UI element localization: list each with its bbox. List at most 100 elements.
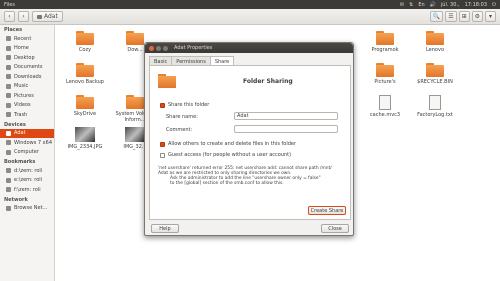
download-icon <box>6 74 11 80</box>
sidebar-item-desktop[interactable]: Desktop <box>0 53 54 63</box>
sidebar-item-label: Music <box>14 83 29 90</box>
gear-icon[interactable]: ⚙ <box>471 11 483 22</box>
checkbox-label: Share this folder <box>168 102 210 108</box>
sidebar-item-documents[interactable]: Documents <box>0 63 54 73</box>
error-line: to the [global] section of the smb.conf … <box>170 181 284 186</box>
folder-icon <box>76 63 94 77</box>
file-item-pictures[interactable]: Picture's <box>360 63 410 85</box>
sidebar-item-bookmark-e[interactable]: e:\zem: roli <box>0 176 54 186</box>
checkbox-label: Allow others to create and delete files … <box>168 141 297 147</box>
dialog-titlebar[interactable]: Adat Properties <box>145 43 353 53</box>
mail-icon[interactable]: ✉ <box>400 2 404 8</box>
sidebar-item-label: d:\zem: roli <box>14 167 43 174</box>
trash-icon <box>6 112 11 118</box>
file-item-img-2334[interactable]: IMG_2334.JPG <box>60 127 110 150</box>
checkbox-unchecked[interactable] <box>160 152 165 158</box>
file-item-recycle-bin[interactable]: $RECYCLE.BIN <box>410 63 460 85</box>
checkbox-label: Guest access (for people without a user … <box>168 152 292 158</box>
grid-view-icon[interactable]: ⊞ <box>458 11 470 22</box>
share-name-input[interactable]: Adat <box>234 112 338 120</box>
file-item-cozy[interactable]: Cozy <box>60 31 110 53</box>
power-icon[interactable]: ⏻ <box>492 2 496 8</box>
sidebar-item-windows7[interactable]: Windows 7 x64 <box>0 138 54 148</box>
places-sidebar: Places Recent Home Desktop Documents Dow… <box>0 25 55 281</box>
sidebar-item-label: Home <box>14 45 29 52</box>
minimize-window-icon[interactable] <box>156 45 161 51</box>
sidebar-item-browse-network[interactable]: Browse Net... <box>0 204 54 214</box>
sidebar-item-label: Pictures <box>14 92 34 99</box>
sidebar-item-computer[interactable]: Computer <box>0 148 54 158</box>
sidebar-item-label: Downloads <box>14 73 42 80</box>
share-this-folder-checkbox[interactable]: Share this folder <box>160 102 209 108</box>
create-share-button[interactable]: Create Share <box>308 206 346 215</box>
file-label: $RECYCLE.BIN <box>417 79 453 85</box>
folder-icon <box>6 187 11 193</box>
list-view-icon[interactable]: ☰ <box>445 11 457 22</box>
date-text[interactable]: júl. 30., <box>441 2 460 8</box>
folder-icon <box>426 63 444 77</box>
sidebar-item-downloads[interactable]: Downloads <box>0 72 54 82</box>
close-button[interactable]: Close <box>321 224 349 233</box>
document-icon <box>379 95 391 110</box>
folder-icon <box>76 95 94 109</box>
sidebar-item-label: Adat <box>14 130 26 137</box>
network-indicator-icon[interactable]: ⇅ <box>409 2 413 8</box>
sidebar-item-videos[interactable]: Videos <box>0 101 54 111</box>
document-icon <box>429 95 441 110</box>
keyboard-layout-indicator[interactable]: En <box>418 2 424 8</box>
image-thumbnail <box>125 127 145 142</box>
computer-icon <box>6 149 11 155</box>
toolbar-right-group: 🔍 ☰ ⊞ ⚙ ▾ <box>429 11 496 22</box>
allow-others-checkbox[interactable]: Allow others to create and delete files … <box>160 141 296 147</box>
sidebar-item-pictures[interactable]: Pictures <box>0 91 54 101</box>
maximize-window-icon[interactable] <box>163 45 168 51</box>
music-icon <box>6 83 11 89</box>
file-label: cache.mvc3 <box>369 112 401 118</box>
help-button[interactable]: Help <box>151 224 179 233</box>
close-window-icon[interactable] <box>149 45 154 51</box>
file-item-lenovo-backup[interactable]: Lenovo Backup <box>60 63 110 85</box>
folder-icon <box>6 168 11 174</box>
sidebar-item-label: e:\zem: roli <box>14 177 43 184</box>
section-heading-bookmarks: Bookmarks <box>4 159 36 165</box>
sidebar-item-adat[interactable]: Adat <box>0 128 54 138</box>
file-label: IMG_2334.JPG <box>67 144 103 150</box>
sidebar-item-bookmark-d[interactable]: d:\zem: roli <box>0 166 54 176</box>
file-label: Lenovo Backup <box>66 79 104 85</box>
sidebar-item-label: Windows 7 x64 <box>14 139 53 146</box>
sidebar-item-label: Trash <box>14 111 28 118</box>
chevron-down-icon[interactable]: ▾ <box>485 11 496 22</box>
guest-access-checkbox[interactable]: Guest access (for people without a user … <box>160 152 291 158</box>
folder-icon <box>376 31 394 45</box>
sidebar-item-bookmark-f[interactable]: f:\zem: roli <box>0 185 54 195</box>
file-item-lenovo[interactable]: Lenovo <box>410 31 460 53</box>
comment-input[interactable] <box>234 125 338 133</box>
sidebar-item-label: Browse Net... <box>14 205 48 212</box>
search-icon[interactable]: 🔍 <box>429 11 444 22</box>
checkbox-checked[interactable] <box>160 141 165 147</box>
file-item-skydrive[interactable]: SkyDrive <box>60 95 110 117</box>
folder-icon <box>76 31 94 45</box>
share-header: Folder Sharing <box>158 71 348 91</box>
top-panel: Files ✉ ⇅ En 🔊 júl. 30., 17:18:03 ⏻ <box>0 0 500 9</box>
clock-text[interactable]: 17:18:03 <box>465 2 487 8</box>
sidebar-item-home[interactable]: Home <box>0 44 54 54</box>
clock-icon <box>6 36 11 42</box>
file-item-cache[interactable]: cache.mvc3 <box>360 95 410 118</box>
location-breadcrumb[interactable]: Adat <box>32 11 63 22</box>
pictures-icon <box>6 93 11 99</box>
checkbox-checked[interactable] <box>160 102 165 108</box>
folder-icon <box>126 95 144 109</box>
sidebar-item-music[interactable]: Music <box>0 82 54 92</box>
drive-icon <box>6 140 11 146</box>
back-button[interactable]: ‹ <box>4 11 15 22</box>
shared-folder-icon <box>158 74 176 88</box>
forward-button[interactable]: › <box>18 11 29 22</box>
file-item-programok[interactable]: Programok <box>360 31 410 53</box>
file-label: SkyDrive <box>73 111 97 117</box>
breadcrumb-label: Adat <box>44 13 58 20</box>
sidebar-item-recent[interactable]: Recent <box>0 34 54 44</box>
sidebar-item-trash[interactable]: Trash <box>0 110 54 120</box>
volume-icon[interactable]: 🔊 <box>430 2 436 8</box>
file-item-factorylog[interactable]: FactoryLog.txt <box>410 95 460 118</box>
